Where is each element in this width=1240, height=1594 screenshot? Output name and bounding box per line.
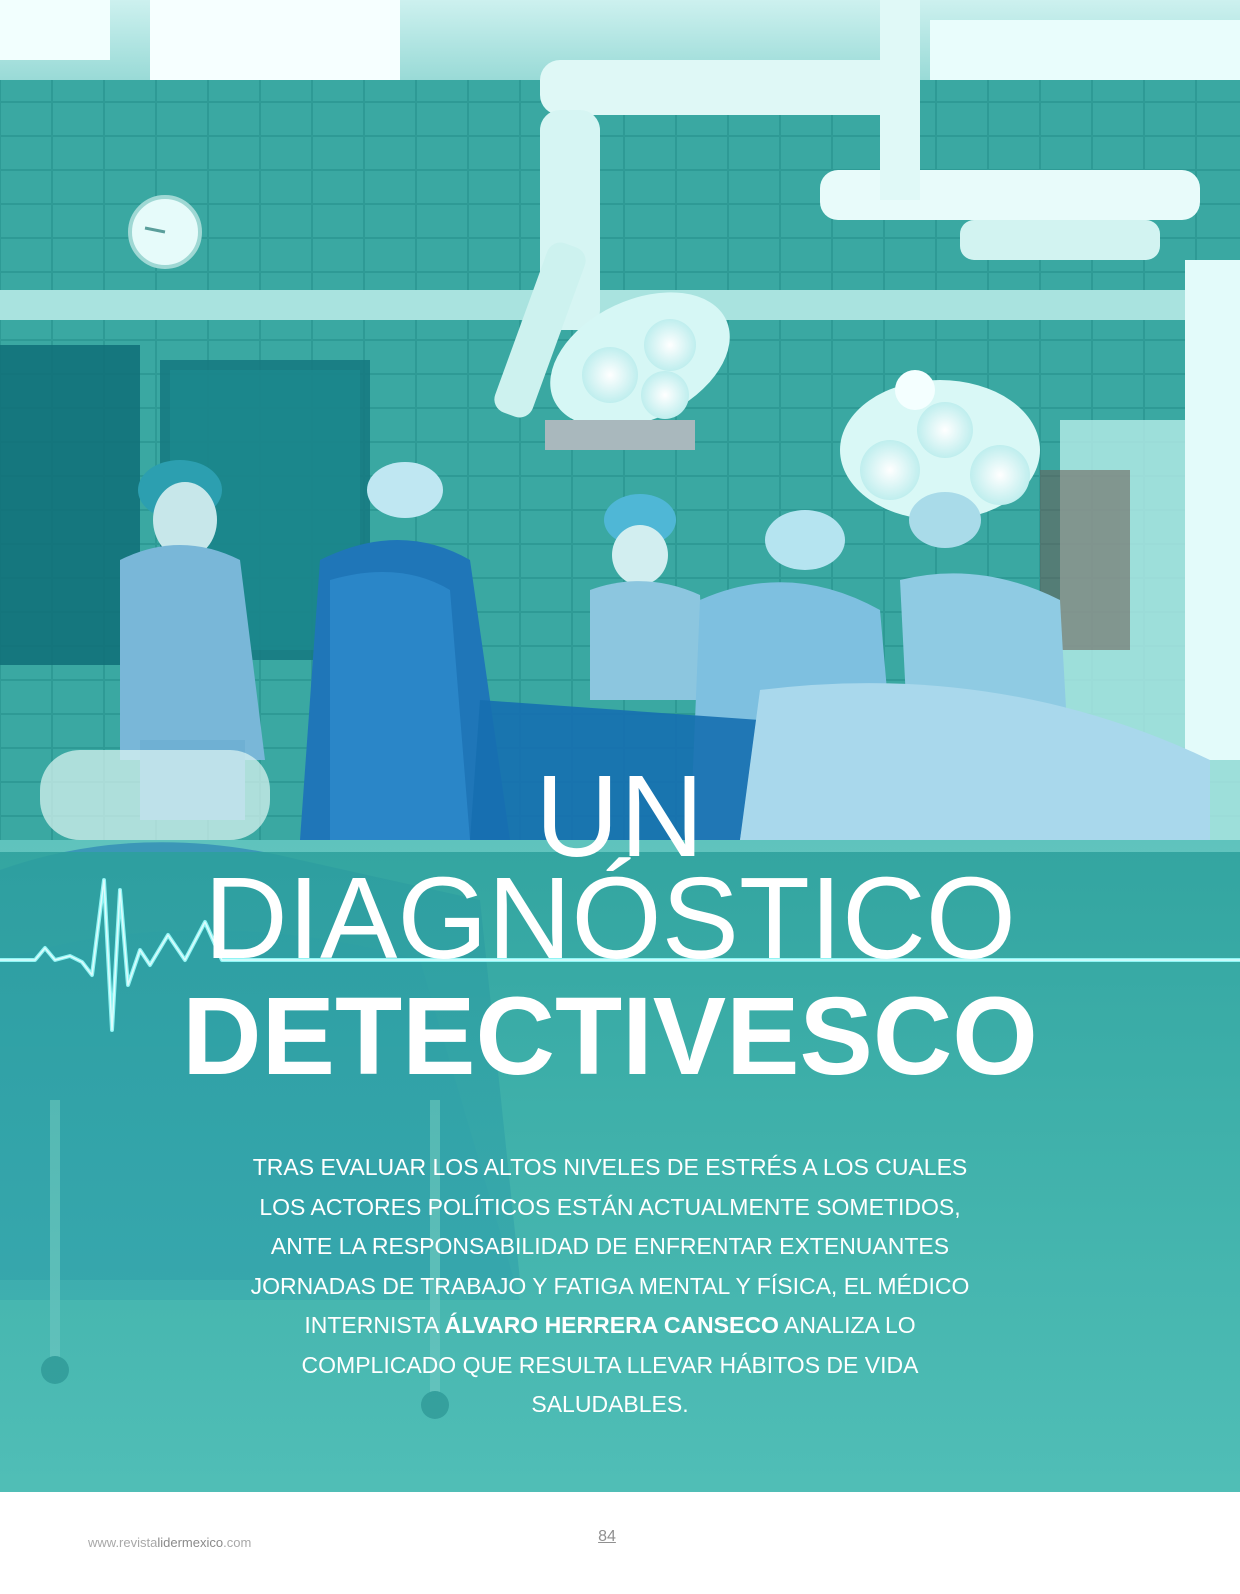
lead-paragraph: TRAS EVALUAR LOS ALTOS NIVELES DE ESTRÉS… [240,1148,980,1425]
lead-author-name: ÁLVARO HERRERA CANSECO [444,1312,779,1338]
footer-url-highlight: lidermexico [157,1535,224,1550]
title-line-3: DETECTIVESCO [182,975,1038,1098]
page-number: 84 [598,1528,616,1545]
title-line-2: DIAGNÓSTICO [203,853,1017,983]
lead-text-part1: TRAS EVALUAR LOS ALTOS NIVELES DE ESTRÉS… [250,1154,970,1338]
footer-url-suffix: .com [223,1535,252,1550]
footer-url-prefix: www.revista [88,1535,158,1550]
footer-website-link[interactable]: www.revistalidermexico.com [88,1535,251,1550]
